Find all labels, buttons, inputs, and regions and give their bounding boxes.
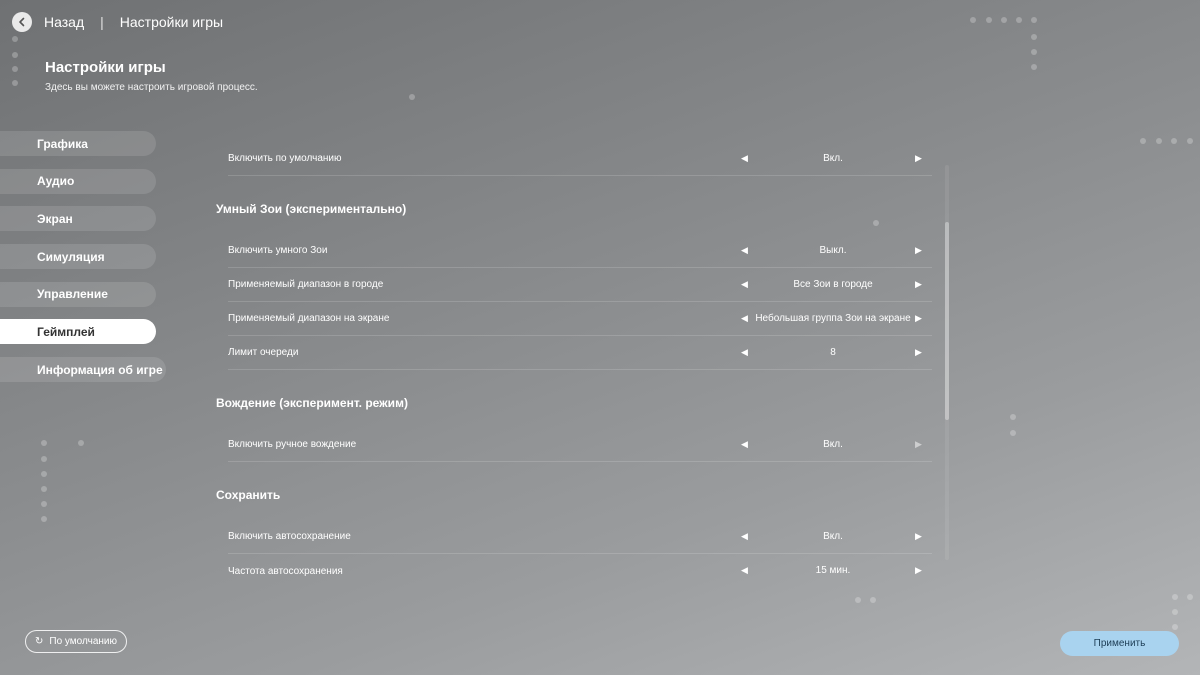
settings-list: Включить по умолчанию ◀ Вкл. ▶ Умный Зои… <box>216 142 932 588</box>
setting-value: Выкл. <box>819 245 847 256</box>
setting-value: Вкл. <box>823 153 843 164</box>
setting-row-enable-default: Включить по умолчанию ◀ Вкл. ▶ <box>228 142 932 176</box>
section-title-smart-zoe: Умный Зои (экспериментально) <box>216 202 407 216</box>
setting-row-manual-driving: Включить ручное вождение ◀ Вкл. ▶ <box>228 428 932 462</box>
arrow-left-icon[interactable]: ◀ <box>741 245 748 256</box>
breadcrumb: Настройки игры <box>119 14 224 30</box>
setting-row-smart-zoe-enable: Включить умного Зои ◀ Выкл. ▶ <box>228 234 932 268</box>
arrow-left-icon[interactable]: ◀ <box>741 347 748 358</box>
back-button[interactable] <box>12 12 32 32</box>
setting-value: 15 мин. <box>815 565 851 576</box>
setting-value: Вкл. <box>823 531 843 542</box>
arrow-right-icon[interactable]: ▶ <box>915 347 922 358</box>
section-title-driving: Вождение (эксперимент. режим) <box>216 396 408 410</box>
setting-value: Небольшая группа Зои на экране <box>755 313 911 324</box>
page-subtitle: Здесь вы можете настроить игровой процес… <box>45 82 258 93</box>
setting-value: 8 <box>830 347 836 358</box>
setting-row-autosave-frequency: Частота автосохранения ◀ 15 мин. ▶ <box>228 554 932 588</box>
arrow-right-icon[interactable]: ▶ <box>915 439 922 450</box>
arrow-right-icon[interactable]: ▶ <box>915 313 922 324</box>
settings-sidebar: Графика Аудио Экран Симуляция Управление… <box>0 131 170 395</box>
arrow-left-icon[interactable]: ◀ <box>741 279 748 290</box>
setting-value: Все Зои в городе <box>793 279 873 290</box>
sidebar-item-controls[interactable]: Управление <box>0 281 156 307</box>
setting-value: Вкл. <box>823 439 843 450</box>
arrow-right-icon[interactable]: ▶ <box>915 153 922 164</box>
refresh-icon: ↻ <box>34 636 44 647</box>
scrollbar-track[interactable] <box>945 165 949 560</box>
arrow-left-icon[interactable]: ◀ <box>741 531 748 542</box>
apply-button[interactable]: Применить <box>1060 631 1179 656</box>
setting-row-city-range: Применяемый диапазон в городе ◀ Все Зои … <box>228 268 932 302</box>
sidebar-item-game-info[interactable]: Информация об игре <box>0 357 166 383</box>
sidebar-item-graphics[interactable]: Графика <box>0 131 156 156</box>
scrollbar-thumb[interactable] <box>945 222 949 420</box>
setting-row-screen-range: Применяемый диапазон на экране ◀ Небольш… <box>228 302 932 336</box>
arrow-right-icon[interactable]: ▶ <box>915 565 922 576</box>
arrow-left-icon[interactable]: ◀ <box>741 439 748 450</box>
sidebar-item-display[interactable]: Экран <box>0 206 156 232</box>
back-link[interactable]: Назад <box>44 14 84 30</box>
arrow-left-icon[interactable]: ◀ <box>741 153 748 164</box>
setting-row-autosave: Включить автосохранение ◀ Вкл. ▶ <box>228 520 932 554</box>
sidebar-item-gameplay[interactable]: Геймплей <box>0 319 156 345</box>
sidebar-item-audio[interactable]: Аудио <box>0 168 156 194</box>
chevron-left-icon <box>19 17 25 27</box>
top-bar: Назад | Настройки игры <box>12 10 223 34</box>
reset-label: По умолчанию <box>49 636 118 647</box>
arrow-right-icon[interactable]: ▶ <box>915 245 922 256</box>
setting-row-queue-limit: Лимит очереди ◀ 8 ▶ <box>228 336 932 370</box>
arrow-left-icon[interactable]: ◀ <box>741 313 748 324</box>
arrow-left-icon[interactable]: ◀ <box>741 565 748 576</box>
reset-defaults-button[interactable]: ↻ По умолчанию <box>25 630 127 653</box>
arrow-right-icon[interactable]: ▶ <box>915 279 922 290</box>
arrow-right-icon[interactable]: ▶ <box>915 531 922 542</box>
page-title: Настройки игры <box>45 59 166 76</box>
section-title-save: Сохранить <box>216 488 281 502</box>
sidebar-item-simulation[interactable]: Симуляция <box>0 244 156 270</box>
breadcrumb-separator: | <box>100 14 104 30</box>
